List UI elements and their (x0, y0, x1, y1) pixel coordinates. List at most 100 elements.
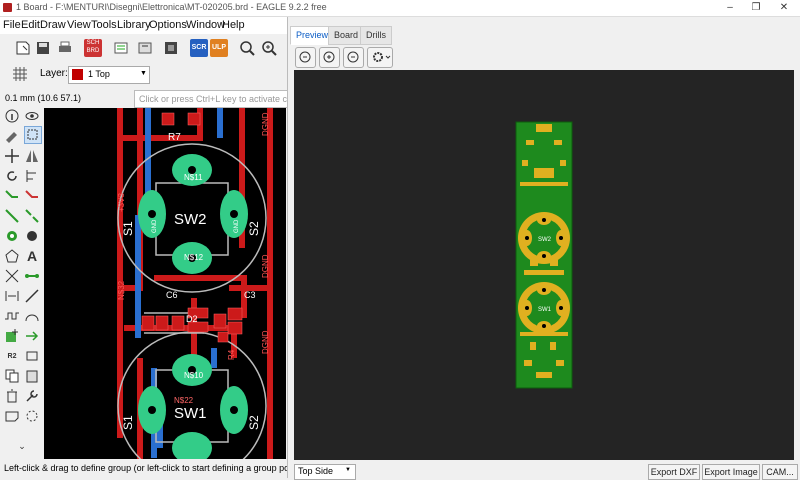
label-n11: N$11 (184, 173, 203, 182)
label-r7: R7 (168, 132, 181, 143)
app-icon (3, 3, 12, 12)
optimize-icon[interactable] (24, 408, 40, 424)
board-preview: SW2 SW1 (515, 121, 573, 389)
menu-options[interactable]: Options (149, 19, 187, 31)
ratsnest-icon[interactable] (4, 268, 20, 284)
menu-view[interactable]: View (67, 19, 91, 31)
grid-icon[interactable] (12, 66, 28, 82)
title-bar: 1 Board - F:\MENTURI\Disegni\Elettronica… (0, 0, 800, 17)
mirror-icon[interactable] (24, 148, 40, 164)
menu-tools[interactable]: Tools (91, 19, 117, 31)
zoom-in-icon[interactable] (260, 39, 278, 57)
paste-icon[interactable] (24, 368, 40, 384)
label-n22: N$22 (174, 396, 194, 405)
label-r4: R4 (227, 349, 236, 360)
zoom-in-button[interactable] (319, 47, 340, 68)
label-dgnd-1: DGND (261, 112, 270, 136)
tab-drills[interactable]: Drills (360, 26, 392, 45)
label-sw2: SW2 (174, 211, 207, 228)
layers-icon[interactable] (162, 39, 180, 57)
label-s1-bottom: S1 (121, 415, 135, 430)
menu-window[interactable]: Window (186, 19, 225, 31)
tab-board[interactable]: Board (328, 26, 365, 45)
label-s2-bottom: S2 (247, 415, 261, 430)
expand-tools-icon[interactable]: ⌄ (14, 438, 30, 454)
label-gnd-2: GND (234, 219, 240, 233)
copy-icon[interactable] (4, 368, 20, 384)
main-toolbar: SCH BRD SCR ULP (0, 34, 287, 63)
chevron-down-icon: ▼ (140, 70, 147, 77)
label-c6: C6 (166, 290, 178, 300)
attribute-icon[interactable] (4, 408, 20, 424)
layer-color-swatch (72, 69, 83, 80)
board-label-sw2: SW2 (538, 237, 552, 243)
ulp-icon[interactable]: ULP (210, 39, 228, 57)
polygon-icon[interactable] (4, 248, 20, 264)
zoom-fit-icon[interactable] (238, 39, 256, 57)
arc-icon[interactable] (24, 308, 40, 324)
wire-icon[interactable] (24, 268, 40, 284)
delete-icon[interactable] (4, 388, 20, 404)
line-icon[interactable] (24, 288, 40, 304)
group-icon[interactable] (24, 126, 42, 144)
status-bar: Left-click & drag to define group (or le… (0, 460, 314, 478)
scr-script-icon[interactable]: SCR (190, 39, 208, 57)
board-label-sw1: SW1 (538, 307, 552, 313)
pcb-drawing: R7 N$11 N$12 SW2 SW1 N$10 N$22 C6 C3 D2 … (117, 108, 273, 459)
save-icon[interactable] (34, 39, 52, 57)
label-dgnd-3: DGND (261, 330, 270, 354)
board-canvas[interactable]: R7 N$11 N$12 SW2 SW1 N$10 N$22 C6 C3 D2 … (44, 108, 286, 459)
r2-label-icon[interactable]: R2 (4, 349, 20, 365)
layer-select[interactable]: 1 Top ▼ (68, 66, 150, 84)
menu-library[interactable]: Library (117, 19, 151, 31)
layer-label: Layer: (40, 68, 68, 79)
print-icon[interactable] (56, 39, 74, 57)
pad-icon[interactable] (24, 228, 40, 244)
board-preview-viewport[interactable]: SW2 SW1 (294, 70, 794, 460)
settings-gear-button[interactable] (367, 47, 393, 68)
move-icon[interactable] (4, 148, 20, 164)
menu-file[interactable]: File (3, 19, 21, 31)
mark-icon[interactable] (4, 128, 20, 144)
split-icon[interactable] (24, 208, 40, 224)
maximize-button[interactable]: ❐ (742, 0, 770, 15)
route-icon[interactable] (4, 188, 20, 204)
label-gnd-1: GND (152, 219, 158, 233)
wrench-icon[interactable] (24, 388, 40, 404)
manufacturing-icon[interactable] (136, 39, 154, 57)
value-icon[interactable] (24, 348, 40, 364)
window-title: 1 Board - F:\MENTURI\Disegni\Elettronica… (16, 2, 327, 12)
meander-icon[interactable] (4, 308, 20, 324)
close-button[interactable]: ✕ (770, 0, 798, 15)
label-3v3: +3V3 (117, 193, 126, 212)
zoom-fit-button[interactable] (295, 47, 316, 68)
minimize-button[interactable]: – (716, 0, 744, 15)
menu-bar: File Edit Draw View Tools Library Option… (0, 17, 287, 34)
command-input[interactable]: Click or press Ctrl+L key to activate co… (134, 90, 292, 108)
label-n32: N$32 (117, 280, 126, 300)
align-icon[interactable] (24, 168, 40, 184)
menu-edit[interactable]: Edit (21, 19, 40, 31)
open-icon[interactable] (14, 39, 32, 57)
text-icon[interactable]: A (24, 248, 40, 264)
replace-icon[interactable] (24, 328, 40, 344)
side-select-value: Top Side (298, 466, 334, 476)
ripup-icon[interactable] (4, 208, 20, 224)
sch-brd-switch-icon[interactable]: SCH BRD (84, 39, 102, 57)
via-icon[interactable] (4, 228, 20, 244)
show-icon[interactable] (24, 108, 40, 124)
cam-processor-icon[interactable] (112, 39, 130, 57)
info-icon[interactable] (4, 108, 20, 124)
label-dgnd-2: DGND (261, 254, 270, 278)
tool-palette: A R2 ⌄ (0, 108, 44, 459)
menu-help[interactable]: Help (222, 19, 245, 31)
rotate-icon[interactable] (4, 168, 20, 184)
label-d2: D2 (186, 314, 198, 324)
zoom-out-button[interactable] (343, 47, 364, 68)
sch-label: SCH (86, 40, 100, 46)
menu-draw[interactable]: Draw (40, 19, 66, 31)
chevron-down-icon: ▼ (345, 467, 351, 473)
add-part-icon[interactable] (4, 328, 20, 344)
route-multiple-icon[interactable] (24, 188, 40, 204)
dimension-icon[interactable] (4, 288, 20, 304)
